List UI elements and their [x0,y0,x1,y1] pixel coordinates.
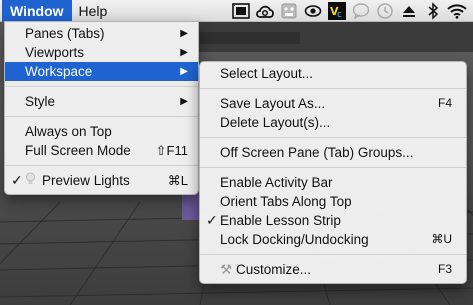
menu-item-full-screen-mode[interactable]: Full Screen Mode ⇧F11 [5,141,198,160]
menu-item-style[interactable]: Style ▶ [5,92,198,111]
menu-separator [200,254,466,255]
menu-item-orient-tabs-along-top[interactable]: Orient Tabs Along Top [200,192,466,211]
menu-item-shortcut: ⌘L [167,173,188,188]
time-machine-icon[interactable] [373,0,397,22]
menu-item-delete-layouts[interactable]: Delete Layout(s)... [200,113,466,132]
window-menu: Panes (Tabs) ▶ Viewports ▶ Workspace ▶ S… [4,21,199,195]
wifi-icon[interactable] [445,0,469,22]
menu-separator [5,116,198,117]
menu-item-customize[interactable]: ⚒ Customize... F3 [200,260,466,279]
menu-item-lock-docking[interactable]: Lock Docking/Undocking ⌘U [200,230,466,249]
eject-icon[interactable] [397,0,421,22]
eye-icon[interactable] [301,0,325,22]
menu-item-label: Style [25,94,56,109]
checkmark-icon: ✓ [11,172,23,188]
menu-item-label: Enable Activity Bar [220,175,333,190]
menu-separator [5,86,198,87]
menu-item-shortcut: ⇧F11 [155,143,188,158]
submenu-arrow-icon: ▶ [180,96,188,107]
menu-item-viewports[interactable]: Viewports ▶ [5,43,198,62]
bluetooth-icon[interactable] [421,0,445,22]
svg-text:c: c [337,10,342,20]
menu-item-label: Select Layout... [220,66,314,81]
menu-item-workspace[interactable]: Workspace ▶ [5,62,198,81]
menu-item-shortcut: F4 [437,96,452,110]
checkmark-icon: ✓ [206,212,218,228]
menu-separator [200,137,466,138]
menu-item-label: Workspace [25,64,93,79]
menu-item-label: Enable Lesson Strip [220,213,341,228]
status-icons: Vc [229,0,469,22]
menu-item-label: Save Layout As... [220,96,326,111]
menu-item-label: Delete Layout(s)... [220,115,331,130]
menu-item-enable-activity-bar[interactable]: Enable Activity Bar [200,173,466,192]
submenu-arrow-icon: ▶ [180,28,188,39]
menu-item-select-layout[interactable]: Select Layout... [200,64,466,83]
menu-item-off-screen-pane-groups[interactable]: Off Screen Pane (Tab) Groups... [200,143,466,162]
submenu-arrow-icon: ▶ [180,47,188,58]
menu-item-always-on-top[interactable]: Always on Top [5,122,198,141]
menu-item-save-layout-as[interactable]: Save Layout As... F4 [200,94,466,113]
menu-item-enable-lesson-strip[interactable]: ✓ Enable Lesson Strip [200,211,466,230]
menu-item-label: Orient Tabs Along Top [220,194,352,209]
menu-separator [200,167,466,168]
lightbulb-icon [25,171,38,190]
menu-item-label: Full Screen Mode [25,143,131,158]
submenu-arrow-icon: ▶ [180,66,188,77]
menu-item-label: Preview Lights [42,173,130,188]
menu-item-label: Panes (Tabs) [25,26,105,41]
tools-icon: ⚒ [220,262,233,277]
menu-item-label: Customize... [236,262,312,277]
workspace-submenu: Select Layout... Save Layout As... F4 De… [199,61,467,284]
menubar-help[interactable]: Help [72,0,115,22]
cassette-icon[interactable] [277,0,301,22]
menu-separator [200,88,466,89]
menu-item-label: Viewports [25,45,85,60]
creative-cloud-icon[interactable] [253,0,277,22]
film-strip-icon[interactable] [229,0,253,22]
menu-item-label: Lock Docking/Undocking [220,232,369,247]
menu-item-preview-lights[interactable]: ✓ Preview Lights ⌘L [5,171,198,190]
menu-item-label: Off Screen Pane (Tab) Groups... [220,145,414,160]
menu-item-panes-tabs[interactable]: Panes (Tabs) ▶ [5,24,198,43]
menu-item-label: Always on Top [25,124,112,139]
menu-item-shortcut: ⌘U [431,232,452,246]
menu-bar: Window Help Vc [0,0,473,22]
menu-item-shortcut: F3 [437,262,452,276]
chat-bubble-icon[interactable] [349,0,373,22]
menubar-window[interactable]: Window [2,0,72,22]
menu-separator [5,165,198,166]
vc-app-icon[interactable]: Vc [325,0,349,22]
